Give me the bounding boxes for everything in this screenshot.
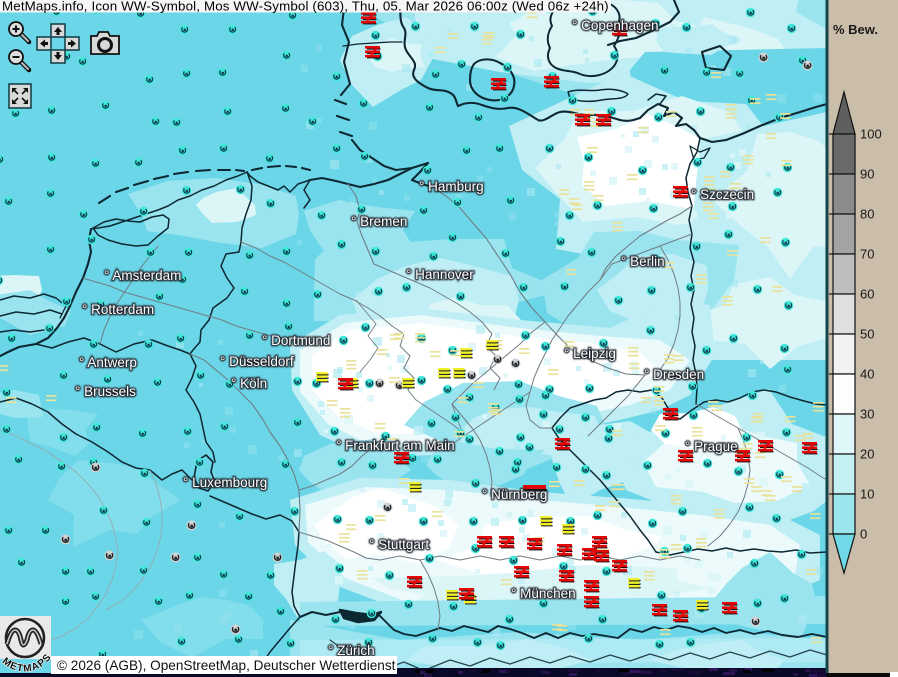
svg-text:° Szczecin: ° Szczecin: [691, 187, 754, 202]
svg-text:° Stuttgart: ° Stuttgart: [369, 537, 429, 552]
svg-text:10: 10: [860, 487, 874, 502]
svg-text:50: 50: [860, 327, 874, 342]
svg-text:° Luxembourg: ° Luxembourg: [183, 475, 267, 490]
svg-text:20: 20: [860, 447, 874, 462]
svg-text:40: 40: [860, 367, 874, 382]
svg-text:° Düsseldorf: ° Düsseldorf: [220, 354, 294, 369]
svg-text:% Bew.: % Bew.: [833, 22, 878, 37]
svg-text:° Hannover: ° Hannover: [406, 267, 474, 282]
svg-text:90: 90: [860, 167, 874, 182]
svg-text:° Leipzig: ° Leipzig: [564, 346, 616, 361]
svg-text:° Prague: ° Prague: [685, 439, 738, 454]
svg-text:70: 70: [860, 247, 874, 262]
svg-text:° Dortmund: ° Dortmund: [262, 333, 330, 348]
svg-text:° Berlin: ° Berlin: [621, 254, 665, 269]
svg-text:° Rotterdam: ° Rotterdam: [82, 302, 154, 317]
svg-text:° Dresden: ° Dresden: [644, 367, 704, 382]
svg-text:° Antwerp: ° Antwerp: [79, 355, 137, 370]
svg-text:° Copenhagen: ° Copenhagen: [572, 18, 658, 33]
svg-text:60: 60: [860, 287, 874, 302]
svg-text:° Nürnberg: ° Nürnberg: [482, 487, 547, 502]
svg-text:° Hamburg: ° Hamburg: [419, 179, 484, 194]
svg-text:80: 80: [860, 207, 874, 222]
svg-text:° Bremen: ° Bremen: [351, 214, 407, 229]
svg-text:° Brussels: ° Brussels: [75, 384, 136, 399]
svg-text:° Köln: ° Köln: [231, 376, 267, 391]
svg-text:° München: ° München: [511, 586, 576, 601]
svg-text:° Zürich: ° Zürich: [328, 643, 375, 658]
svg-text:MetMaps.info, Icon WW-Symbol,: MetMaps.info, Icon WW-Symbol, Mos WW-Sym…: [2, 0, 609, 14]
svg-text:© 2026 (AGB), OpenStreetMap, D: © 2026 (AGB), OpenStreetMap, Deutscher W…: [57, 658, 396, 673]
svg-text:° Frankfurt am Main: ° Frankfurt am Main: [336, 438, 455, 453]
svg-text:0: 0: [860, 527, 867, 542]
svg-text:100: 100: [860, 127, 882, 142]
svg-text:° Amsterdam: ° Amsterdam: [104, 268, 181, 283]
svg-text:30: 30: [860, 407, 874, 422]
